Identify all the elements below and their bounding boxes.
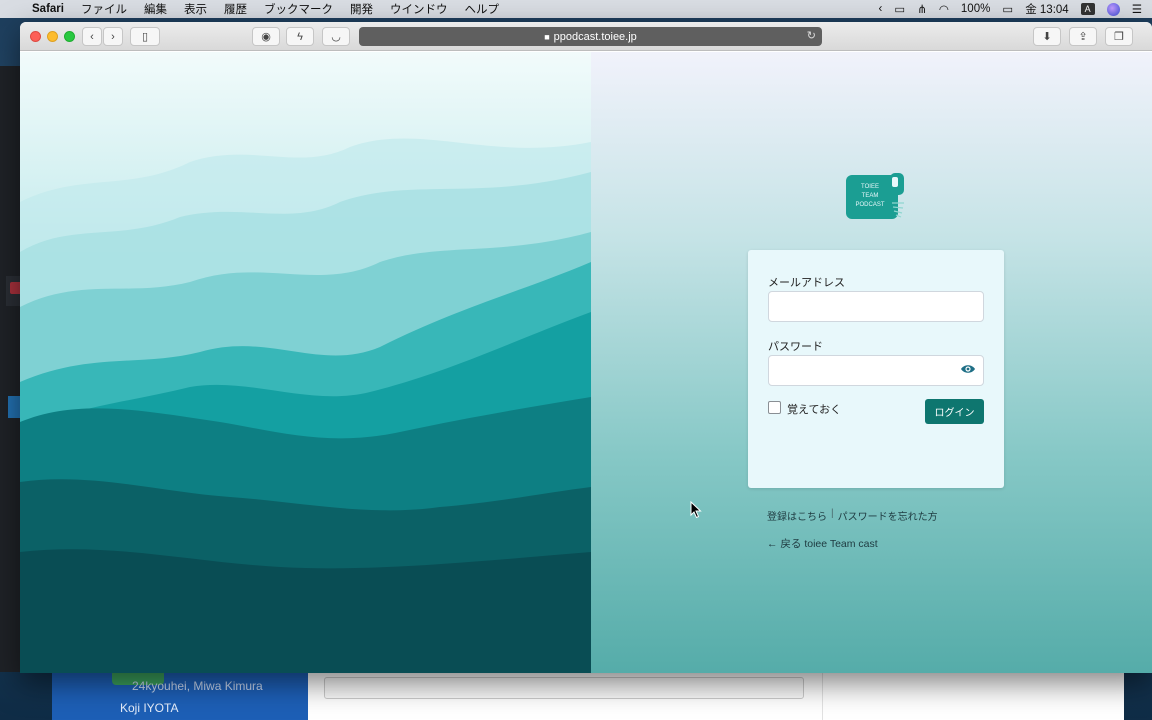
- background-divider: [822, 673, 823, 720]
- back-to-site-link[interactable]: ← 戻る toiee Team cast: [767, 536, 878, 551]
- login-button[interactable]: ログイン: [925, 399, 984, 424]
- sidebar-icon: ▯: [141, 31, 149, 43]
- register-link[interactable]: 登録はこちら: [767, 508, 827, 523]
- window-close-button[interactable]: [30, 31, 41, 42]
- menu-edit[interactable]: 編集: [144, 1, 167, 17]
- remember-me-checkbox[interactable]: [768, 401, 781, 414]
- background-wp-sidebar: 24kyouhei, Miwa Kimura Koji IYOTA: [52, 673, 308, 720]
- background-app-sidebar: [0, 66, 32, 672]
- battery-percent[interactable]: 100%: [961, 3, 990, 15]
- logo-text-line: PODCAST: [855, 202, 884, 208]
- email-field[interactable]: [768, 291, 984, 322]
- pocket-icon: ◡: [331, 31, 341, 43]
- share-icon: ⇪: [1078, 31, 1088, 43]
- battery-icon[interactable]: ▭: [1002, 2, 1013, 16]
- page-content: TOIEE TEAM PODCAST メールアドレス パスワード 覚えておく ロ…: [20, 52, 1152, 673]
- background-editor: 24kyouhei, Miwa Kimura Koji IYOTA: [52, 672, 1124, 720]
- background-text-line: Koji IYOTA: [120, 701, 179, 715]
- show-password-eye-icon[interactable]: [960, 363, 976, 375]
- tabs-icon: ❐: [1114, 31, 1124, 43]
- toiee-team-podcast-logo[interactable]: TOIEE TEAM PODCAST: [846, 173, 906, 219]
- clock[interactable]: 金 13:04: [1025, 1, 1068, 17]
- menu-view[interactable]: 表示: [184, 1, 207, 17]
- sidebar-toggle-button[interactable]: ▯: [130, 27, 160, 46]
- login-panel: TOIEE TEAM PODCAST メールアドレス パスワード 覚えておく ロ…: [591, 52, 1152, 673]
- onepassword-icon: ◉: [261, 31, 271, 43]
- lock-icon: ■: [544, 31, 550, 42]
- macos-menubar: Safari ファイル 編集 表示 履歴 ブックマーク 開発 ウインドウ ヘルプ…: [0, 0, 1152, 18]
- lightning-icon: ϟ: [297, 30, 303, 43]
- address-url: ppodcast.toiee.jp: [553, 30, 637, 43]
- email-label: メールアドレス: [768, 277, 845, 289]
- menu-file[interactable]: ファイル: [81, 1, 127, 17]
- menu-develop[interactable]: 開発: [350, 1, 373, 17]
- menu-history[interactable]: 履歴: [224, 1, 247, 17]
- menubar-status-area: ‹ ▭ ⋔ ◠ 100% ▭ 金 13:04 A ☰: [879, 1, 1142, 17]
- back-button[interactable]: ‹: [82, 27, 102, 46]
- safari-window: ‹ › ▯ ◉ ϟ ◡ ■ ppodcast.toiee.jp ↻ ⬇ ⇪ ❐: [20, 22, 1152, 673]
- siri-icon[interactable]: [1106, 2, 1120, 16]
- downloads-button[interactable]: ⬇: [1033, 27, 1061, 46]
- browser-toolbar: ‹ › ▯ ◉ ϟ ◡ ■ ppodcast.toiee.jp ↻ ⬇ ⇪ ❐: [20, 22, 1152, 51]
- link-separator: |: [831, 508, 834, 519]
- tabs-overview-button[interactable]: ❐: [1105, 27, 1133, 46]
- background-text-line: 24kyouhei, Miwa Kimura: [132, 679, 263, 693]
- lost-password-link[interactable]: パスワードを忘れた方: [838, 508, 938, 523]
- chevron-left-icon[interactable]: ‹: [879, 3, 883, 15]
- menu-bookmarks[interactable]: ブックマーク: [264, 1, 333, 17]
- chevron-right-icon: ›: [111, 30, 115, 43]
- extension-icon[interactable]: ⋔: [917, 2, 927, 16]
- menu-window[interactable]: ウインドウ: [390, 1, 448, 17]
- share-button[interactable]: ⇪: [1069, 27, 1097, 46]
- wifi-icon[interactable]: ◠: [939, 2, 949, 16]
- reload-icon[interactable]: ↻: [807, 29, 816, 42]
- download-icon: ⬇: [1042, 31, 1052, 43]
- password-extension-button[interactable]: ◉: [252, 27, 280, 46]
- forward-button[interactable]: ›: [103, 27, 123, 46]
- auth-links: 登録はこちら | パスワードを忘れた方: [767, 508, 938, 523]
- login-form-card: メールアドレス パスワード 覚えておく ログイン: [748, 250, 1004, 488]
- airplay-icon[interactable]: ▭: [894, 2, 905, 16]
- logo-text-line: TOIEE: [861, 184, 879, 190]
- mouse-cursor-icon: [690, 501, 702, 519]
- background-editor-toolbar: [324, 677, 804, 699]
- chevron-left-icon: ‹: [90, 30, 94, 43]
- background-active-item: [8, 396, 20, 418]
- menu-help[interactable]: ヘルプ: [464, 1, 499, 17]
- window-zoom-button[interactable]: [64, 31, 75, 42]
- extension-button[interactable]: ϟ: [286, 27, 314, 46]
- remember-me-label[interactable]: 覚えておく: [787, 401, 841, 417]
- hero-mountain-image: [20, 52, 591, 673]
- password-label: パスワード: [768, 341, 823, 353]
- password-field[interactable]: [768, 355, 984, 386]
- mountain-illustration: [20, 138, 591, 673]
- input-source-icon[interactable]: A: [1080, 3, 1095, 15]
- notification-center-icon[interactable]: ☰: [1132, 2, 1142, 16]
- logo-text-line: TEAM: [862, 193, 879, 199]
- menu-app-name[interactable]: Safari: [32, 3, 64, 15]
- pocket-button[interactable]: ◡: [322, 27, 350, 46]
- window-minimize-button[interactable]: [47, 31, 58, 42]
- address-bar[interactable]: ■ ppodcast.toiee.jp ↻: [359, 27, 822, 46]
